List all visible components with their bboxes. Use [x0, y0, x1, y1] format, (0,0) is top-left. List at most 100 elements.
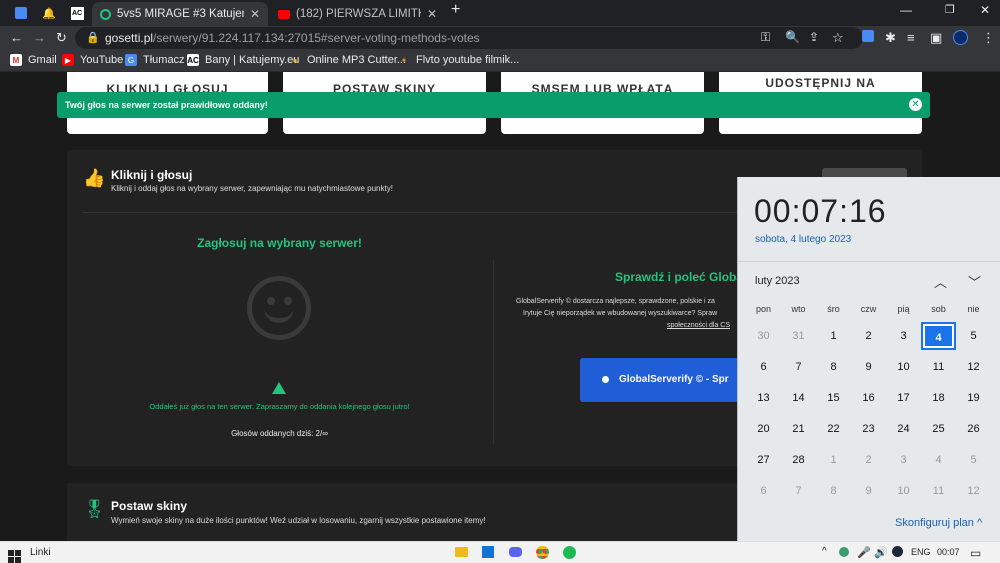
calendar-day[interactable]: 7 [781, 353, 816, 381]
calendar-day[interactable]: 5 [956, 322, 991, 350]
chevron-down-icon[interactable]: ﹀ [968, 272, 981, 291]
restore-button[interactable]: ❐ [945, 3, 955, 16]
calendar-day[interactable]: 8 [816, 353, 851, 381]
links-toolbar[interactable]: Linki [30, 547, 51, 558]
tab-title: (182) PIERWSZA LIMITKA - YouTu [296, 8, 421, 20]
calendar-day[interactable]: 15 [816, 384, 851, 412]
address-bar[interactable]: 🔒 gosetti.pl/serwery/91.224.117.134:2701… [75, 27, 863, 49]
spotify-icon[interactable] [563, 546, 576, 562]
calendar-day[interactable]: 16 [851, 384, 886, 412]
close-window-button[interactable]: ✕ [980, 3, 990, 17]
translate-extension-icon[interactable] [862, 30, 874, 46]
calendar-day[interactable]: 5 [956, 446, 991, 474]
calendar-day[interactable]: 4 [921, 322, 956, 350]
calendar-day[interactable]: 10 [886, 353, 921, 381]
bookmark-youtube[interactable]: ▶ YouTube [62, 54, 123, 66]
taskbar-clock[interactable]: 00:07 [937, 547, 960, 557]
pinned-tab-katujemy[interactable]: AC [66, 4, 88, 22]
menu-kebab-icon[interactable]: ⋮ [982, 30, 995, 46]
recommend-heading: Sprawdź i poleć Global [615, 270, 747, 284]
share-icon[interactable]: ⇪ [809, 30, 819, 44]
calendar-day[interactable]: 18 [921, 384, 956, 412]
calendar-day[interactable]: 8 [816, 477, 851, 505]
close-tab-icon[interactable]: ✕ [250, 7, 260, 21]
calendar-day[interactable]: 21 [781, 415, 816, 443]
reload-icon[interactable]: ↻ [56, 30, 67, 46]
calendar-month[interactable]: luty 2023 [755, 275, 800, 287]
calendar-day[interactable]: 3 [886, 446, 921, 474]
status-dot-icon[interactable] [839, 546, 849, 560]
bookmark-flvto[interactable]: ✦ Flvto youtube filmik... [398, 54, 520, 66]
calendar-day[interactable]: 17 [886, 384, 921, 412]
notifications-icon[interactable]: ▭ [970, 546, 981, 560]
file-explorer-icon[interactable] [455, 546, 468, 560]
bookmark-bany[interactable]: AC Bany | Katujemy.eu [187, 54, 299, 66]
calendar-day[interactable]: 6 [746, 477, 781, 505]
clock-date[interactable]: sobota, 4 lutego 2023 [755, 234, 851, 245]
new-tab-button[interactable]: + [451, 1, 460, 19]
forward-arrow-icon[interactable]: → [33, 30, 46, 46]
bookmark-gmail[interactable]: M Gmail [10, 54, 57, 66]
calendar-day[interactable]: 26 [956, 415, 991, 443]
microphone-icon[interactable]: 🎤 [857, 546, 871, 559]
windows-start-icon[interactable] [8, 545, 21, 563]
configure-plan-link[interactable]: Skonfiguruj plan ^ [895, 517, 982, 529]
tab-youtube[interactable]: (182) PIERWSZA LIMITKA - YouTu ✕ [270, 2, 445, 26]
calendar-day[interactable]: 19 [956, 384, 991, 412]
calendar-day[interactable]: 7 [781, 477, 816, 505]
calendar-day[interactable]: 22 [816, 415, 851, 443]
calendar-day[interactable]: 14 [781, 384, 816, 412]
zoom-icon[interactable]: 🔍 [785, 30, 800, 44]
calendar-day[interactable]: 30 [746, 322, 781, 350]
calendar-day[interactable]: 20 [746, 415, 781, 443]
pinned-tab-translate[interactable] [10, 4, 32, 22]
calendar-day[interactable]: 23 [851, 415, 886, 443]
calendar-day[interactable]: 11 [921, 353, 956, 381]
calendar-day[interactable]: 9 [851, 477, 886, 505]
store-icon[interactable] [482, 546, 494, 561]
calendar-day[interactable]: 12 [956, 477, 991, 505]
extensions-puzzle-icon[interactable]: ✱ [885, 30, 896, 46]
discord-icon[interactable] [509, 546, 522, 560]
calendar-day[interactable]: 25 [921, 415, 956, 443]
side-panel-icon[interactable]: ▣ [930, 30, 942, 46]
globalserverify-button[interactable]: GlobalServerify © - Spr [580, 358, 740, 402]
tab-strip: 🔔 AC 5vs5 MIRAGE #3 Katujemy.eu 128 ✕ (1… [0, 0, 1000, 26]
volume-icon[interactable]: 🔊 [874, 546, 888, 559]
calendar-day[interactable]: 13 [746, 384, 781, 412]
calendar-day[interactable]: 3 [886, 322, 921, 350]
avatar[interactable] [953, 30, 968, 49]
bookmark-star-icon[interactable]: ☆ [832, 30, 844, 46]
chevron-up-icon[interactable]: ^ [822, 546, 827, 557]
language-indicator[interactable]: ENG [911, 547, 931, 557]
bookmark-mp3cutter[interactable]: ● Online MP3 Cutter... [289, 54, 406, 66]
calendar-day[interactable]: 10 [886, 477, 921, 505]
minimize-button[interactable]: — [900, 3, 912, 17]
calendar-day[interactable]: 4 [921, 446, 956, 474]
close-tab-icon[interactable]: ✕ [427, 7, 437, 21]
community-link[interactable]: społeczności dla CS [667, 322, 730, 329]
pinned-tab-bell[interactable]: 🔔 [38, 4, 60, 22]
calendar-day[interactable]: 1 [816, 446, 851, 474]
key-icon[interactable]: ⚿ [761, 30, 770, 45]
calendar-day[interactable]: 31 [781, 322, 816, 350]
calendar-day[interactable]: 24 [886, 415, 921, 443]
calendar-day[interactable]: 2 [851, 322, 886, 350]
calendar-day[interactable]: 28 [781, 446, 816, 474]
media-control-icon[interactable]: ≡ [907, 30, 915, 46]
lock-icon[interactable]: 🔒 [86, 31, 100, 44]
steam-icon[interactable] [892, 546, 903, 560]
calendar-day[interactable]: 1 [816, 322, 851, 350]
calendar-day[interactable]: 2 [851, 446, 886, 474]
chevron-up-icon[interactable]: ︿ [934, 272, 947, 291]
calendar-day[interactable]: 12 [956, 353, 991, 381]
calendar-day[interactable]: 27 [746, 446, 781, 474]
close-icon[interactable]: ✕ [909, 98, 922, 111]
calendar-day[interactable]: 11 [921, 477, 956, 505]
back-arrow-icon[interactable]: ← [10, 30, 23, 46]
calendar-day[interactable]: 9 [851, 353, 886, 381]
calendar-day[interactable]: 6 [746, 353, 781, 381]
tab-active[interactable]: 5vs5 MIRAGE #3 Katujemy.eu 128 ✕ [92, 2, 268, 26]
bookmark-translate[interactable]: G Tłumacz [125, 54, 185, 66]
chrome-icon[interactable] [536, 546, 549, 562]
